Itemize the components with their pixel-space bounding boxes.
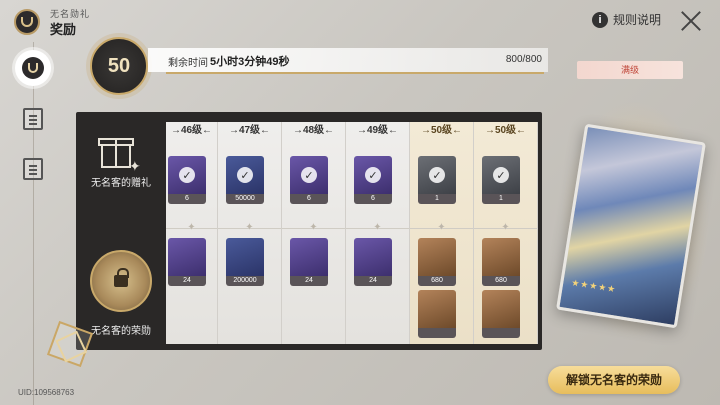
honor-reward-item[interactable] [482, 290, 520, 338]
xp-progress: 800/800 [505, 54, 542, 65]
claimed-check-icon: ✓ [429, 167, 445, 183]
claimed-check-icon: ✓ [365, 167, 381, 183]
item-quantity: 6 [290, 194, 328, 204]
nav-divider [33, 42, 34, 405]
max-level-badge: 满级 [577, 61, 683, 79]
level-label: →49级← [356, 125, 399, 136]
divider-star-icon: ✦ [501, 222, 510, 233]
item-quantity: 6 [354, 194, 392, 204]
gift-reward-item[interactable]: ✓ 6 [354, 156, 392, 204]
reward-column: →48级← ✓ 6 ✦ 24 [282, 122, 346, 344]
item-quantity: 24 [290, 276, 328, 286]
level-label: →47级← [228, 125, 271, 136]
nav-rewards-tab[interactable] [15, 50, 51, 86]
reward-column: →49级← ✓ 6 ✦ 24 [346, 122, 410, 344]
item-quantity: 50000 [226, 194, 264, 204]
unlock-honor-button[interactable]: 解锁无名客的荣勋 [548, 366, 680, 394]
level-label: →50级← [484, 125, 527, 136]
honor-reward-item[interactable]: 680 [482, 238, 520, 286]
divider-star-icon: ✦ [309, 222, 318, 233]
item-quantity: 1 [482, 194, 520, 204]
honor-lock-icon [90, 250, 152, 312]
gift-reward-item[interactable]: ✓ 6 [168, 156, 206, 204]
claimed-check-icon: ✓ [179, 167, 195, 183]
reward-columns: →46级← ✓ 6 ✦ 24 →47级← ✓ 50000 ✦ 200000 →48级← ✓ 6 ✦ 24 →4… [166, 122, 542, 344]
honor-reward-item[interactable]: 24 [290, 238, 328, 286]
divider-star-icon: ✦ [373, 222, 382, 233]
honor-reward-item[interactable]: 680 [418, 238, 456, 286]
gift-icon: ✦ [97, 132, 141, 174]
xp-progress-bar [166, 72, 544, 74]
item-quantity: 24 [354, 276, 392, 286]
rules-button[interactable]: i 规则说明 [592, 11, 661, 28]
item-quantity: 6 [168, 194, 206, 204]
gift-reward-item[interactable]: ✓ 6 [290, 156, 328, 204]
divider-star-icon: ✦ [437, 222, 446, 233]
row-labels: ✦ 无名客的赠礼 无名客的荣勋 [76, 112, 166, 350]
divider-star-icon: ✦ [245, 222, 254, 233]
card-stars: ★★★★★ [570, 277, 618, 295]
rules-label: 规则说明 [613, 13, 662, 27]
level-label: →46级← [170, 125, 213, 136]
uid-label: UID:109568763 [18, 388, 75, 397]
gift-reward-item[interactable]: ✓ 50000 [226, 156, 264, 204]
page-title: 奖励 [50, 22, 77, 37]
info-icon: i [592, 11, 608, 28]
nav-shop-tab[interactable] [23, 158, 43, 180]
shield-icon [22, 57, 44, 79]
item-quantity: 1 [418, 194, 456, 204]
reward-column: →50级← ✓ 1 ✦ 680 [474, 122, 538, 344]
item-quantity [418, 328, 456, 338]
time-value: 5小时3分钟49秒 [210, 56, 290, 68]
honor-reward-item[interactable]: 200000 [226, 238, 264, 286]
gift-reward-item[interactable]: ✓ 1 [482, 156, 520, 204]
time-bar: 剩余时间 5小时3分钟49秒 800/800 [148, 48, 548, 72]
reward-column: →46级← ✓ 6 ✦ 24 [166, 122, 218, 344]
gift-reward-item[interactable]: ✓ 1 [418, 156, 456, 204]
nav-missions-tab[interactable] [23, 108, 43, 130]
level-badge: 50 [90, 37, 148, 95]
reward-column: →47级← ✓ 50000 ✦ 200000 [218, 122, 282, 344]
level-label: →50级← [420, 125, 463, 136]
gift-row-label: 无名客的赠礼 [91, 178, 151, 189]
header: 无名勋礼 奖励 i 规则说明 [0, 0, 720, 42]
claimed-check-icon: ✓ [237, 167, 253, 183]
close-button[interactable] [680, 10, 702, 32]
item-quantity: 680 [482, 276, 520, 286]
divider-star-icon: ✦ [187, 222, 196, 233]
claimed-check-icon: ✓ [301, 167, 317, 183]
item-quantity: 24 [168, 276, 206, 286]
honor-reward-item[interactable]: 24 [354, 238, 392, 286]
item-quantity: 680 [418, 276, 456, 286]
honor-reward-item[interactable]: 24 [168, 238, 206, 286]
claimed-check-icon: ✓ [493, 167, 509, 183]
item-quantity: 200000 [226, 276, 264, 286]
item-quantity [482, 328, 520, 338]
level-label: →48级← [292, 125, 335, 136]
reward-column: →50级← ✓ 1 ✦ 680 [410, 122, 474, 344]
honor-reward-item[interactable] [418, 290, 456, 338]
trailblaze-logo-icon [14, 9, 40, 35]
time-label: 剩余时间 [168, 58, 208, 69]
